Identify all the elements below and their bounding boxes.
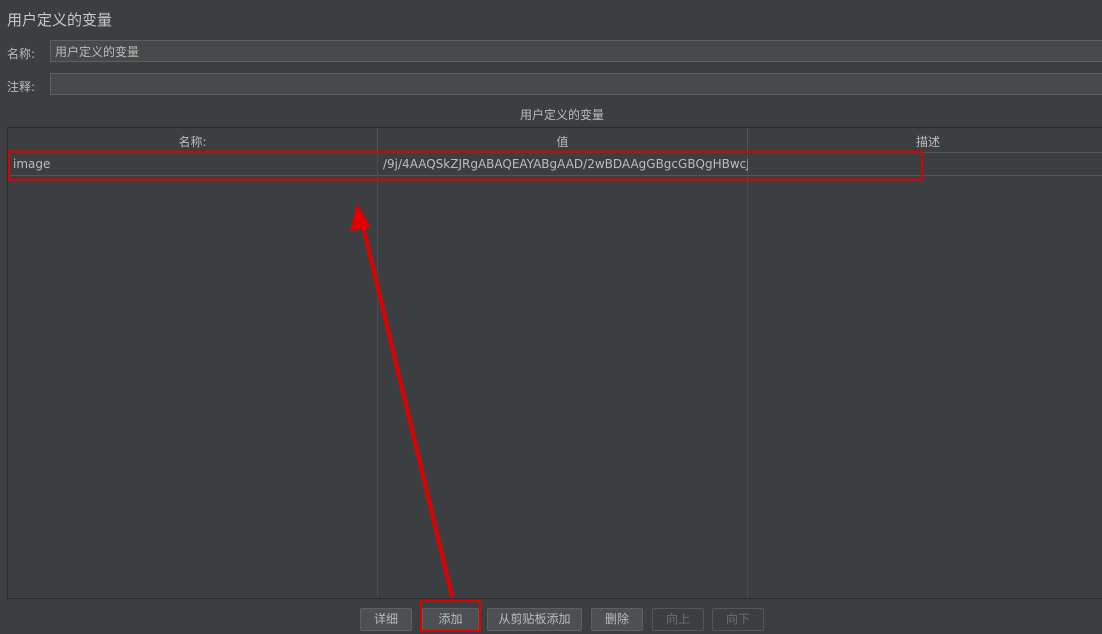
annotation-arrow-icon (350, 204, 454, 598)
